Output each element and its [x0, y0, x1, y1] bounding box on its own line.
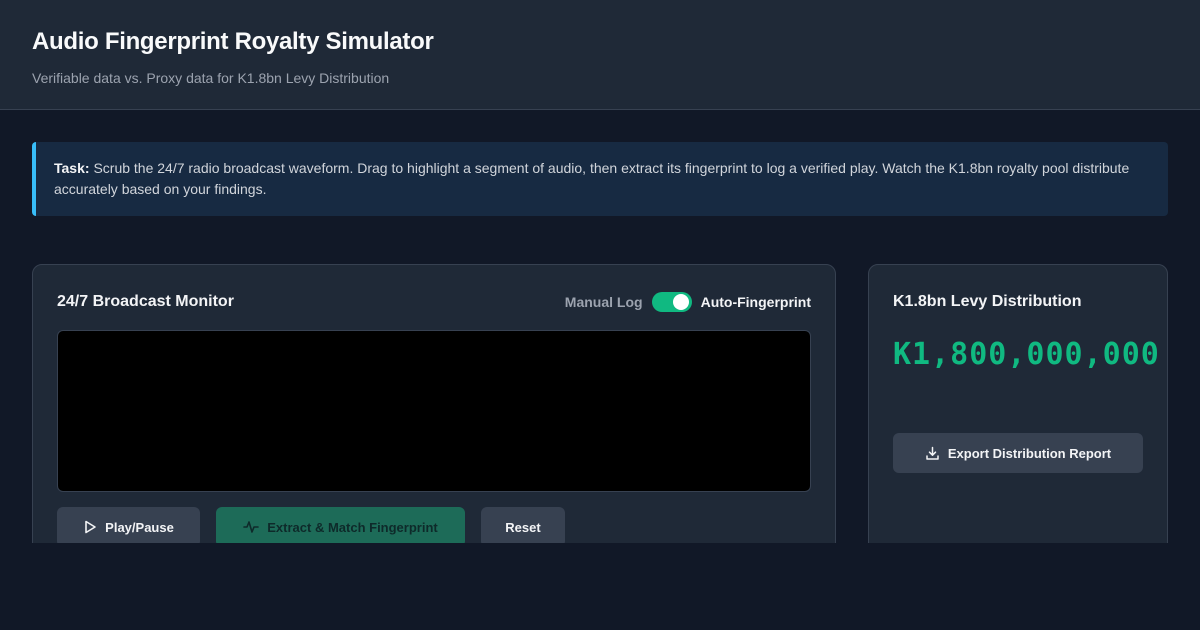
levy-title: K1.8bn Levy Distribution — [893, 293, 1082, 310]
levy-distribution-panel: K1.8bn Levy Distribution K1,800,000,000 … — [868, 264, 1168, 543]
page-title: Audio Fingerprint Royalty Simulator — [32, 28, 434, 55]
monitor-title: 24/7 Broadcast Monitor — [57, 293, 234, 310]
play-pause-button[interactable]: Play/Pause — [57, 507, 200, 543]
extract-fingerprint-label: Extract & Match Fingerprint — [267, 519, 438, 535]
app-header: Audio Fingerprint Royalty Simulator Veri… — [0, 0, 1200, 110]
viewport: Audio Fingerprint Royalty Simulator Veri… — [0, 0, 1200, 543]
broadcast-monitor-panel: 24/7 Broadcast Monitor Manual Log Auto-F… — [32, 264, 836, 543]
play-pause-label: Play/Pause — [105, 519, 174, 535]
extract-fingerprint-button[interactable]: Extract & Match Fingerprint — [216, 507, 465, 543]
manual-log-label: Manual Log — [564, 294, 643, 310]
waveform-canvas[interactable] — [57, 330, 811, 492]
page-subtitle: Verifiable data vs. Proxy data for K1.8b… — [32, 70, 390, 86]
export-report-button[interactable]: Export Distribution Report — [893, 433, 1143, 473]
play-icon — [83, 520, 97, 534]
reset-button[interactable]: Reset — [481, 507, 565, 543]
auto-fingerprint-label: Auto-Fingerprint — [700, 294, 811, 310]
reset-label: Reset — [505, 519, 541, 535]
export-report-label: Export Distribution Report — [947, 445, 1112, 461]
activity-pulse-icon — [243, 520, 260, 534]
switch-knob — [672, 294, 689, 310]
levy-amount: K1,800,000,000 — [893, 337, 1160, 372]
task-label: Task: — [54, 160, 90, 176]
task-text: Scrub the 24/7 radio broadcast waveform.… — [54, 160, 1130, 197]
task-callout: Task: Scrub the 24/7 radio broadcast wav… — [32, 142, 1168, 216]
fingerprint-mode-toggle[interactable]: Manual Log Auto-Fingerprint — [565, 291, 811, 313]
download-icon — [925, 446, 940, 461]
mode-switch[interactable] — [651, 292, 692, 312]
